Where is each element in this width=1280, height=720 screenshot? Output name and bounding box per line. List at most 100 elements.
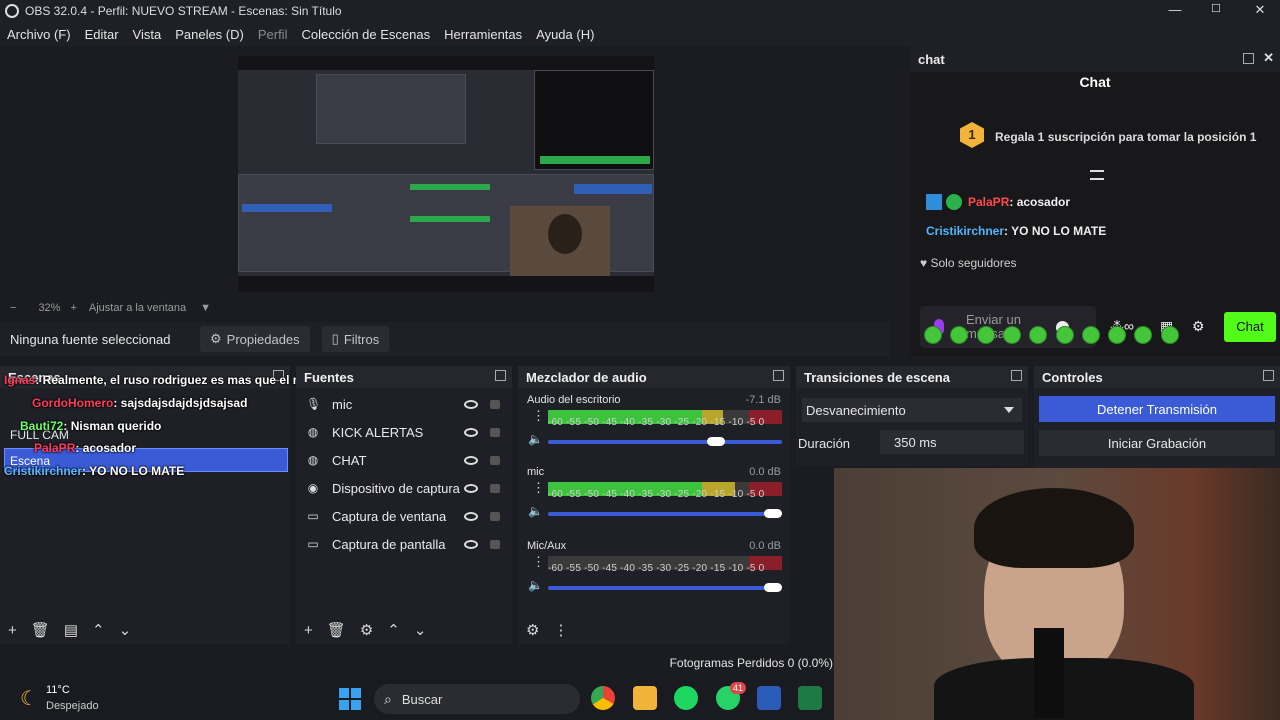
move-down-icon[interactable]: ⌄: [414, 621, 427, 639]
close-icon[interactable]: ✕: [1263, 50, 1274, 66]
volume-slider-knob[interactable]: [763, 583, 782, 592]
gear-icon[interactable]: ⚙: [1192, 318, 1205, 335]
gear-icon[interactable]: ⚙: [526, 621, 539, 639]
move-up-icon[interactable]: ⌃: [387, 621, 400, 639]
filters-button[interactable]: ▯ Filtros: [321, 326, 390, 352]
speaker-icon[interactable]: 🔈: [528, 578, 543, 592]
start-record-button[interactable]: Iniciar Grabación: [1039, 430, 1275, 456]
move-down-icon[interactable]: ⌄: [119, 621, 132, 639]
menu-coleccion[interactable]: Colección de Escenas: [294, 27, 437, 42]
trash-icon[interactable]: 🗑: [31, 621, 50, 639]
meter-ticks: -60 -55 -50 -45 -40 -35 -30 -25 -20 -15 …: [548, 563, 765, 574]
source-row[interactable]: ▭ Captura de pantalla: [296, 530, 512, 558]
source-row[interactable]: ◍ KICK ALERTAS: [296, 418, 512, 446]
undock-icon[interactable]: [1011, 370, 1022, 381]
chat-send-button[interactable]: Chat: [1224, 312, 1276, 342]
speaker-icon[interactable]: 🔈: [528, 432, 543, 446]
add-scene-icon[interactable]: +: [8, 622, 17, 639]
emote-icon[interactable]: [1002, 326, 1021, 344]
lock-icon[interactable]: [490, 455, 500, 465]
source-row[interactable]: 🎙 mic: [296, 390, 512, 418]
kebab-menu-icon[interactable]: ⋮: [532, 554, 545, 570]
menu-editar[interactable]: Editar: [78, 27, 126, 42]
volume-slider[interactable]: [548, 583, 782, 592]
volume-slider[interactable]: [548, 509, 782, 518]
eye-icon[interactable]: [464, 539, 478, 549]
undock-icon[interactable]: [773, 370, 784, 381]
eye-icon[interactable]: [464, 455, 478, 465]
zoom-out-button[interactable]: −: [10, 302, 16, 314]
stop-stream-button[interactable]: Detener Transmisión: [1039, 396, 1275, 422]
windows-start-icon[interactable]: [339, 688, 361, 710]
menu-archivo[interactable]: Archivo (F): [0, 27, 78, 42]
chevron-down-icon: [1004, 407, 1014, 413]
move-up-icon[interactable]: ⌃: [92, 621, 105, 639]
volume-slider-knob[interactable]: [707, 437, 726, 446]
minimize-button[interactable]: —: [1165, 2, 1185, 17]
chat-user[interactable]: PalaPR: [968, 195, 1009, 209]
chat-header: Chat: [1079, 74, 1111, 90]
close-button[interactable]: ✕: [1250, 2, 1270, 18]
emote-icon[interactable]: [924, 326, 942, 344]
duration-input[interactable]: 350 ms: [880, 430, 1024, 454]
menu-paneles[interactable]: Paneles (D): [168, 27, 251, 42]
properties-button[interactable]: ⚙ Propiedades: [200, 326, 310, 352]
undock-icon[interactable]: [495, 370, 506, 381]
menu-perfil[interactable]: Perfil: [251, 27, 295, 42]
menu-ayuda[interactable]: Ayuda (H): [529, 27, 601, 42]
emote-icon[interactable]: [1134, 326, 1153, 344]
taskbar-search[interactable]: ⌕ Buscar: [374, 684, 580, 714]
zoom-fit-label: Ajustar a la ventana: [88, 302, 187, 314]
add-source-icon[interactable]: +: [304, 622, 313, 639]
excel-icon[interactable]: [798, 686, 822, 710]
eye-icon[interactable]: [464, 483, 478, 493]
emote-icon[interactable]: [1108, 326, 1127, 344]
lock-icon[interactable]: [490, 399, 500, 409]
emote-icon[interactable]: [1055, 326, 1074, 344]
transitions-dock: Transiciones de escena Desvanecimiento D…: [796, 366, 1028, 466]
controls-header: Controles: [1034, 366, 1280, 388]
eye-icon[interactable]: [464, 427, 478, 437]
transition-select[interactable]: Desvanecimiento: [802, 398, 1022, 422]
mixer-title: Mezclador de audio: [526, 369, 647, 385]
spotify-icon[interactable]: [674, 686, 698, 710]
preview-canvas[interactable]: [238, 56, 654, 292]
undock-icon[interactable]: [1263, 370, 1274, 381]
chevron-down-icon[interactable]: ▼: [200, 302, 211, 314]
speaker-icon[interactable]: 🔈: [528, 504, 543, 518]
transitions-title: Transiciones de escena: [804, 369, 950, 385]
filter-icon[interactable]: ▤: [64, 621, 78, 639]
emote-icon[interactable]: [1081, 326, 1100, 344]
lock-icon[interactable]: [490, 427, 500, 437]
source-row[interactable]: ▭ Captura de ventana: [296, 502, 512, 530]
eye-icon[interactable]: [464, 511, 478, 521]
folder-icon[interactable]: [633, 686, 657, 710]
menu-vista[interactable]: Vista: [126, 27, 169, 42]
window-icon: ▭: [307, 509, 319, 523]
source-row[interactable]: ◍ CHAT: [296, 446, 512, 474]
pin-icon[interactable]: [1090, 170, 1104, 180]
zoom-in-button[interactable]: +: [70, 302, 76, 314]
menu-herramientas[interactable]: Herramientas: [437, 27, 529, 42]
word-icon[interactable]: [757, 686, 781, 710]
undock-icon[interactable]: [1243, 53, 1254, 64]
source-row[interactable]: ◉ Dispositivo de captura d: [296, 474, 512, 502]
volume-slider[interactable]: [548, 437, 782, 446]
kebab-menu-icon[interactable]: ⋮: [553, 621, 568, 639]
lock-icon[interactable]: [490, 539, 500, 549]
kebab-menu-icon[interactable]: ⋮: [532, 480, 545, 496]
chrome-icon[interactable]: [591, 686, 615, 710]
emote-icon[interactable]: [1160, 326, 1179, 344]
kebab-menu-icon[interactable]: ⋮: [532, 408, 545, 424]
trash-icon[interactable]: 🗑: [327, 621, 346, 639]
eye-icon[interactable]: [464, 399, 478, 409]
chat-user[interactable]: Cristikirchner: [926, 224, 1004, 238]
emote-icon[interactable]: [976, 326, 995, 344]
maximize-button[interactable]: ☐: [1206, 2, 1226, 15]
gear-icon[interactable]: ⚙: [360, 621, 373, 639]
gift-rank-badge: 1: [960, 122, 984, 148]
lock-icon[interactable]: [490, 483, 500, 493]
volume-slider-knob[interactable]: [763, 509, 782, 518]
lock-icon[interactable]: [490, 511, 500, 521]
meter-ticks: -60 -55 -50 -45 -40 -35 -30 -25 -20 -15 …: [548, 417, 765, 428]
